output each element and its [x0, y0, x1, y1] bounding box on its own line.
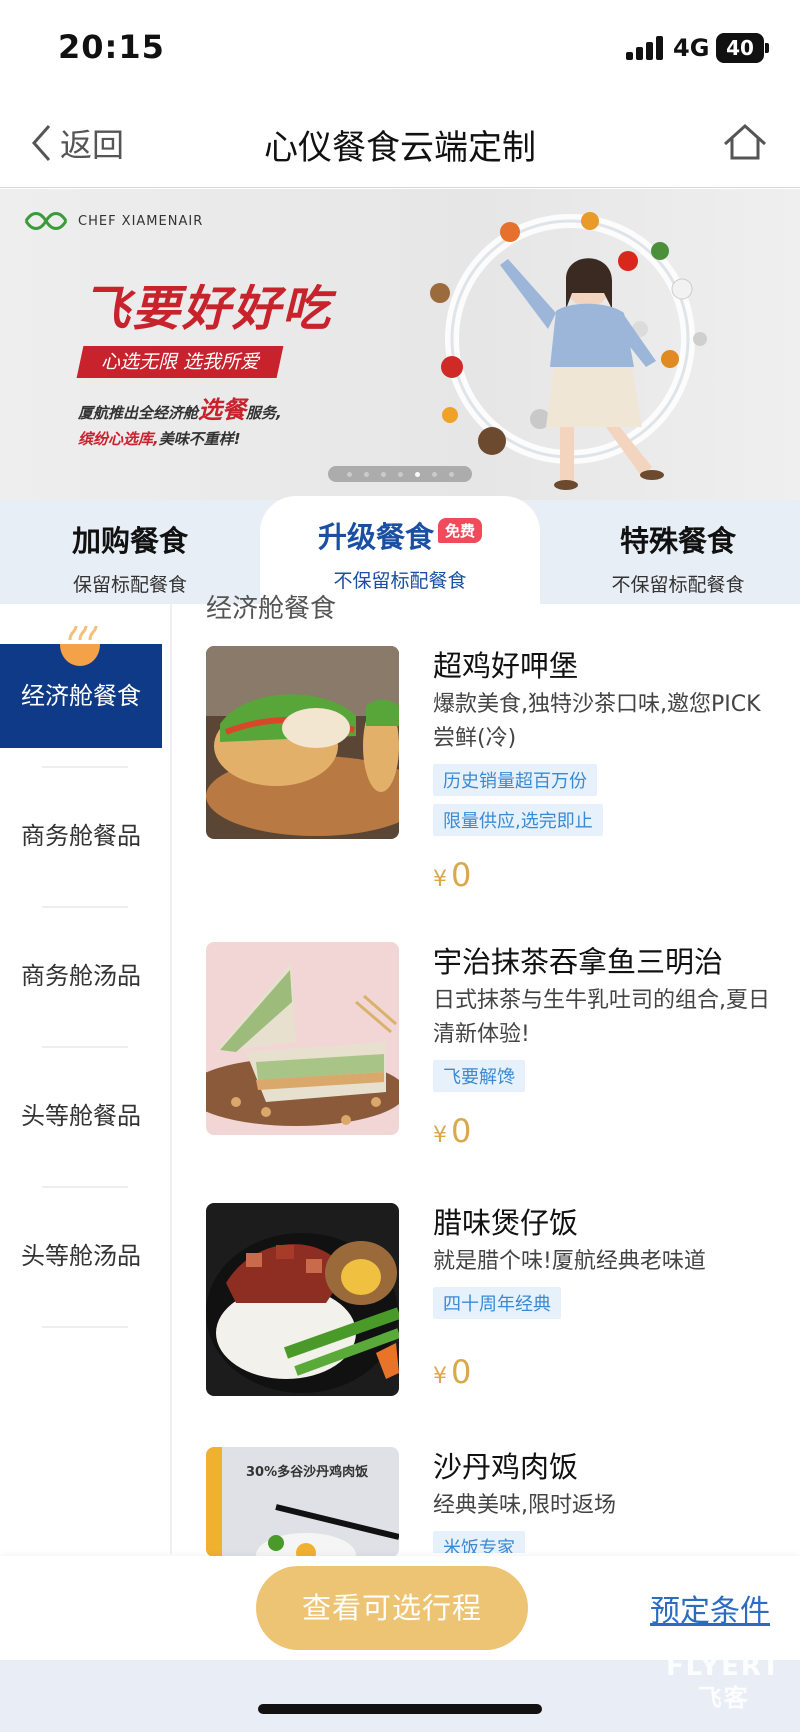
cellular-signal-icon — [626, 36, 666, 60]
meal-tag: 米饭专家 — [433, 1531, 525, 1553]
status-time: 20:15 — [58, 28, 165, 66]
currency-symbol: ¥ — [433, 1123, 447, 1148]
meal-tag: 四十周年经典 — [433, 1287, 561, 1319]
promo-line1-suffix: 服务, — [246, 404, 282, 422]
meal-image — [206, 646, 399, 839]
meal-name: 沙丹鸡肉饭 — [433, 1450, 579, 1484]
promo-line1-highlight: 选餐 — [198, 396, 247, 424]
sidebar-item-label: 头等舱汤品 — [21, 1242, 141, 1270]
sidebar-item-label: 头等舱餐品 — [21, 1102, 141, 1130]
currency-symbol: ¥ — [433, 1364, 447, 1389]
xiamenair-logo-icon — [24, 212, 68, 230]
sidebar-item-label: 商务舱汤品 — [21, 962, 141, 990]
home-icon[interactable] — [722, 122, 768, 162]
meal-description: 日式抹茶与生牛乳吐司的组合,夏日清新体验! — [433, 988, 770, 1047]
banner-ribbon: 心选无限 选我所爱 — [76, 346, 284, 378]
meal-name: 宇治抹茶吞拿鱼三明治 — [433, 945, 724, 979]
category-sidebar: 经济舱餐食 商务舱餐品 商务舱汤品 头等舱餐品 头等舱汤品 — [0, 604, 172, 1554]
meal-price: ¥0 — [433, 1112, 773, 1150]
meal-price: ¥0 — [433, 856, 773, 894]
meal-image — [206, 942, 399, 1135]
section-title: 经济舱餐食 — [206, 594, 337, 624]
brand-logo: CHEF XIAMENAIR — [24, 211, 203, 231]
meal-tag: 限量供应,选完即止 — [433, 804, 603, 836]
promo-banner[interactable]: CHEF XIAMENAIR 飞要好好吃 心选无限 选我所爱 厦航推出全经济舱选… — [0, 189, 800, 509]
sidebar-item-business-soup[interactable]: 商务舱汤品 — [0, 924, 162, 1028]
banner-illustration — [430, 212, 707, 490]
tab-subtitle: 不保留标配餐食 — [611, 574, 745, 596]
meal-name: 腊味煲仔饭 — [433, 1206, 579, 1240]
sidebar-item-label: 经济舱餐食 — [21, 682, 141, 710]
promo-line2-highlight: 缤纷心选库, — [78, 430, 159, 448]
sidebar-item-label: 商务舱餐品 — [21, 822, 141, 850]
meal-image — [206, 1203, 399, 1396]
bottom-action-bar: 查看可选行程 预定条件 — [0, 1556, 800, 1660]
watermark-line2: 飞客 — [697, 1684, 750, 1712]
banner-slogan: 飞要好好吃 — [82, 281, 333, 337]
meal-type-tabs: 加购餐食 保留标配餐食 升级餐食 免费 不保留标配餐食 特殊餐食 不保留标配餐食 — [0, 496, 800, 608]
meal-description: 就是腊个味!厦航经典老味道 — [433, 1249, 706, 1274]
tab-title: 升级餐食 — [317, 520, 434, 554]
meal-description: 经典美味,限时返场 — [433, 1493, 616, 1518]
sidebar-item-economy-meal[interactable]: 经济舱餐食 — [0, 625, 162, 748]
promo-line1-prefix: 厦航推出全经济舱 — [78, 404, 199, 422]
banner-ribbon-text: 心选无限 选我所爱 — [100, 351, 260, 373]
meal-tag: 历史销量超百万份 — [433, 764, 597, 796]
watermark: FLYERT 飞客 — [666, 1652, 781, 1713]
meal-image-caption: 30%多谷沙丹鸡肉饭 — [246, 1465, 369, 1480]
banner-promo-text: 厦航推出全经济舱选餐服务, 缤纷心选库,美味不重样! — [78, 397, 282, 452]
brand-name: CHEF XIAMENAIR — [78, 213, 204, 229]
network-type: 4G — [673, 34, 710, 62]
currency-symbol: ¥ — [433, 867, 447, 892]
bowl-icon — [60, 625, 100, 666]
tab-special-meal[interactable]: 特殊餐食 不保留标配餐食 — [556, 500, 800, 604]
sidebar-item-first-soup[interactable]: 头等舱汤品 — [0, 1204, 162, 1308]
meal-price: ¥0 — [433, 1353, 773, 1391]
meal-description: 爆款美食,独特沙茶口味,邀您PICK尝鲜(冷) — [433, 692, 761, 751]
view-itinerary-button[interactable]: 查看可选行程 — [256, 1566, 528, 1650]
tab-title: 加购餐食 — [71, 524, 188, 558]
meal-name: 超鸡好呷堡 — [433, 649, 579, 683]
free-badge: 免费 — [438, 518, 483, 543]
home-indicator[interactable] — [258, 1704, 542, 1714]
navigation-bar: 返回 心仪餐食云端定制 — [0, 100, 800, 188]
sidebar-item-first-meal[interactable]: 头等舱餐品 — [0, 1064, 162, 1168]
tab-title: 特殊餐食 — [619, 524, 736, 558]
price-value: 0 — [451, 1112, 472, 1150]
booking-conditions-link[interactable]: 预定条件 — [650, 1586, 770, 1630]
page-title: 心仪餐食云端定制 — [264, 128, 536, 168]
meal-image: 30%多谷沙丹鸡肉饭 — [206, 1447, 399, 1557]
battery-icon: 40 — [716, 33, 769, 63]
carousel-indicator — [328, 466, 472, 482]
meal-tag: 飞要解馋 — [433, 1060, 525, 1092]
status-bar: 20:15 4G 40 — [0, 0, 800, 100]
promo-line2-suffix: 美味不重样! — [158, 430, 241, 448]
price-value: 0 — [451, 1353, 472, 1391]
sidebar-item-business-meal[interactable]: 商务舱餐品 — [0, 784, 162, 888]
price-value: 0 — [451, 856, 472, 894]
